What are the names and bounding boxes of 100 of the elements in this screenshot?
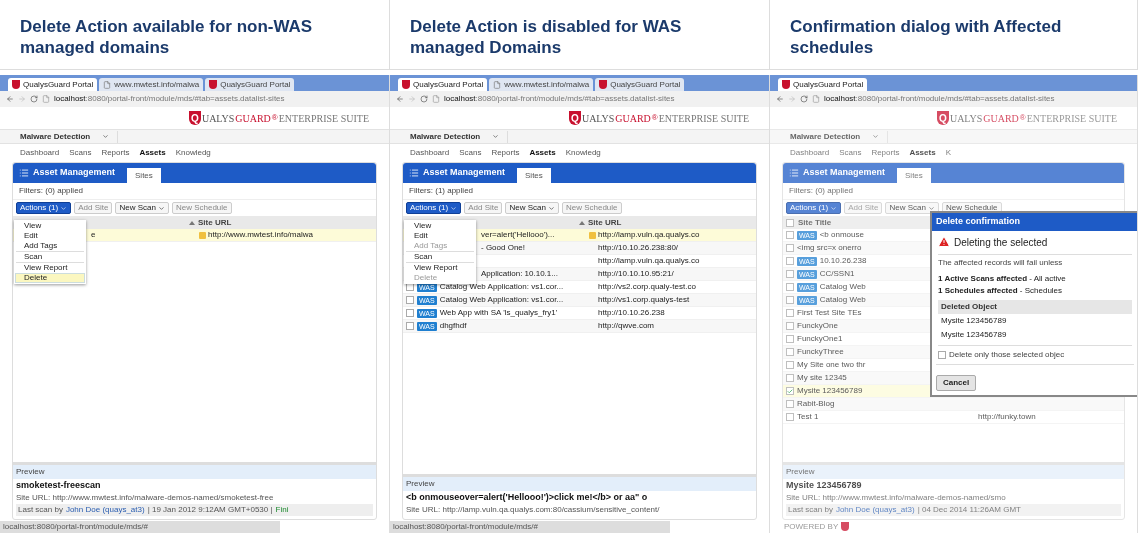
card-title: Asset Management: [423, 166, 506, 180]
menu-item[interactable]: Edit: [405, 231, 475, 241]
preview-site-url: Site URL: http://www.mwtest.info/malware-demos-named/smoketest-free: [16, 492, 275, 504]
preview-site-url: Site URL: http://lamp.vuln.qa.qualys.com:80/cassium/sensitive_content/: [406, 504, 661, 516]
site-title: FunckyOne: [797, 320, 838, 332]
browser-tab[interactable]: www.mwtest.info/malwa: [99, 78, 204, 91]
browser-tab[interactable]: QualysGuard Portal: [8, 78, 98, 91]
url-text[interactable]: localhost:8080/portal-front/module/mds/#tab=assets.datalist-sites: [54, 93, 285, 105]
checkbox[interactable]: [786, 231, 794, 239]
sites-tab[interactable]: Sites: [517, 168, 551, 183]
menu-item[interactable]: View Report: [15, 263, 85, 273]
menu-item[interactable]: Add Tags: [15, 241, 85, 251]
sort-icon[interactable]: [579, 220, 585, 225]
checkbox[interactable]: [786, 361, 794, 369]
checkbox[interactable]: [786, 257, 794, 265]
browser-tab[interactable]: QualysGuard Portal: [398, 78, 488, 91]
module-dropdown[interactable]: Malware Detection: [20, 130, 119, 143]
sort-icon[interactable]: [189, 220, 195, 225]
nav-item[interactable]: Reports: [491, 147, 520, 159]
nav-item[interactable]: Dashboard: [20, 147, 60, 159]
site-title: Rabit-Blog: [797, 398, 835, 410]
user-link[interactable]: John Doe (quays_at3): [835, 504, 915, 516]
nav-item[interactable]: Assets: [909, 147, 936, 159]
checkbox[interactable]: [786, 374, 794, 382]
checkbox[interactable]: [406, 322, 414, 330]
preview-heading: Preview: [403, 476, 756, 491]
nav-item[interactable]: Assets: [139, 147, 166, 159]
forward-icon: [18, 95, 26, 103]
browser-tab[interactable]: QualysGuard Portal: [595, 78, 685, 91]
checkbox[interactable]: [786, 270, 794, 278]
toolbar-button[interactable]: Actions (1): [786, 202, 842, 214]
nav-item[interactable]: Scans: [69, 147, 92, 159]
checkbox[interactable]: [786, 387, 794, 395]
url-text[interactable]: localhost:8080/portal-front/module/mds/#tab=assets.datalist-sites: [444, 93, 675, 105]
toolbar-button[interactable]: New Scan: [885, 202, 939, 214]
module-dropdown[interactable]: Malware Detection: [410, 130, 509, 143]
site-url: http://10.10.26.238: [598, 307, 665, 319]
url-text[interactable]: localhost:8080/portal-front/module/mds/#tab=assets.datalist-sites: [824, 93, 1055, 105]
checkbox[interactable]: [786, 309, 794, 317]
nav-item[interactable]: Reports: [101, 147, 130, 159]
site-title: Catalog Web Application: vs1.cor...: [439, 294, 564, 306]
caret-icon: [157, 204, 165, 212]
checkbox[interactable]: [786, 244, 794, 252]
cancel-button[interactable]: Cancel: [936, 375, 977, 391]
nav-item[interactable]: K: [945, 147, 951, 159]
footer-text: POWERED BY: [784, 520, 839, 533]
checkbox[interactable]: [406, 296, 414, 304]
menu-item[interactable]: View: [405, 221, 475, 231]
status-url: localhost:8080/portal-front/module/mds/#: [0, 520, 280, 533]
browser-tab[interactable]: QualysGuard Portal: [205, 78, 295, 91]
filters-text: Filters: (1) applied: [408, 185, 475, 197]
nav-item[interactable]: Reports: [871, 147, 900, 159]
menu-item[interactable]: Scan: [15, 252, 85, 262]
forward-icon: [408, 95, 416, 103]
nav-item[interactable]: Dashboard: [410, 147, 450, 159]
list-icon: [19, 168, 29, 178]
checkbox[interactable]: [786, 348, 794, 356]
warning-icon: [938, 236, 950, 248]
table-row[interactable]: Test 1 http://funky.town: [783, 411, 1124, 424]
menu-item[interactable]: Scan: [405, 252, 475, 262]
checkbox[interactable]: [786, 413, 794, 421]
user-link[interactable]: John Doe (quays_at3): [65, 504, 145, 516]
table-row[interactable]: Rabit-Blog: [783, 398, 1124, 411]
section-heading: Delete Action is disabled for WAS managed Domains: [410, 16, 683, 58]
nav-item[interactable]: Knowledg: [565, 147, 601, 159]
column-header[interactable]: Site Title: [798, 216, 832, 229]
menu-item[interactable]: Edit: [15, 231, 85, 241]
browser-tab[interactable]: QualysGuard Portal: [778, 78, 868, 91]
module-dropdown[interactable]: Malware Detection: [790, 130, 889, 143]
checkbox[interactable]: [938, 351, 946, 359]
checkbox[interactable]: [786, 322, 794, 330]
toolbar-button[interactable]: New Scan: [505, 202, 559, 214]
nav-item[interactable]: Assets: [529, 147, 556, 159]
nav-item[interactable]: Scans: [839, 147, 862, 159]
menu-item[interactable]: View: [15, 221, 85, 231]
checkbox[interactable]: [406, 309, 414, 317]
column-header[interactable]: Site URL: [588, 216, 622, 229]
checkbox[interactable]: [786, 400, 794, 408]
sites-tab[interactable]: Sites: [897, 168, 931, 183]
site-title: ver=alert('Hellooo')...: [481, 229, 555, 241]
checkbox[interactable]: [786, 296, 794, 304]
site-title: FunckyOne1: [797, 333, 843, 345]
column-header[interactable]: Site URL: [198, 216, 232, 229]
checkbox[interactable]: [786, 335, 794, 343]
browser-tab[interactable]: www.mwtest.info/malwa: [489, 78, 594, 91]
preview-site-url: Site URL: http://www.mwtest.info/malware-demos-named/smo: [786, 492, 1007, 504]
toolbar-button[interactable]: Actions (1): [406, 202, 462, 214]
sites-tab[interactable]: Sites: [127, 168, 161, 183]
card-title: Asset Management: [803, 166, 886, 180]
nav-item[interactable]: Knowledg: [175, 147, 211, 159]
toolbar-button[interactable]: New Scan: [115, 202, 169, 214]
caret-icon: [492, 133, 500, 140]
toolbar-button[interactable]: Actions (1): [16, 202, 72, 214]
nav-item[interactable]: Scans: [459, 147, 482, 159]
checkbox[interactable]: [786, 218, 794, 227]
nav-item[interactable]: Dashboard: [790, 147, 830, 159]
back-icon: [6, 95, 14, 103]
site-url: http://10.10.26.238:80/: [598, 242, 679, 254]
checkbox[interactable]: [786, 283, 794, 291]
menu-item[interactable]: Delete: [15, 273, 85, 283]
